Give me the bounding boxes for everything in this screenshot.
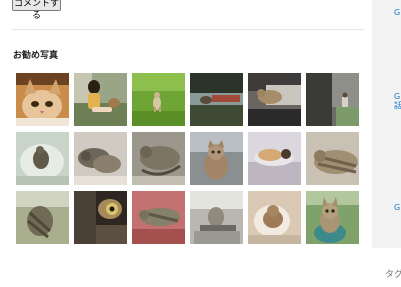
- comment-button[interactable]: コメントする: [12, 0, 61, 21]
- sidebar-link-2[interactable]: G: [394, 92, 400, 101]
- photo-thumbnail-4[interactable]: [190, 73, 243, 126]
- photo-grid: [16, 73, 362, 244]
- photo-thumbnail-5[interactable]: [248, 73, 301, 126]
- photo-thumbnail-8[interactable]: [74, 132, 127, 185]
- tags-heading: タグ: [385, 270, 401, 280]
- section-title: お勧め写真: [13, 51, 59, 61]
- sidebar-link-3[interactable]: 話: [394, 101, 401, 110]
- photo-thumbnail-12[interactable]: [306, 132, 359, 185]
- photo-thumbnail-17[interactable]: [248, 191, 301, 244]
- photo-thumbnail-9[interactable]: [132, 132, 185, 185]
- photo-thumbnail-7[interactable]: [16, 132, 69, 185]
- photo-thumbnail-2[interactable]: [74, 73, 127, 126]
- photo-thumbnail-6[interactable]: [306, 73, 359, 126]
- photo-thumbnail-14[interactable]: [74, 191, 127, 244]
- photo-thumbnail-16[interactable]: [190, 191, 243, 244]
- sidebar-link-4[interactable]: G: [394, 203, 400, 212]
- photo-thumbnail-11[interactable]: [248, 132, 301, 185]
- photo-thumbnail-13[interactable]: [16, 191, 69, 244]
- photo-thumbnail-18[interactable]: [306, 191, 359, 244]
- divider: [12, 29, 364, 30]
- photo-thumbnail-3[interactable]: [132, 73, 185, 126]
- photo-thumbnail-15[interactable]: [132, 191, 185, 244]
- photo-thumbnail-1[interactable]: [16, 73, 69, 126]
- sidebar-link-1[interactable]: Gi: [394, 8, 401, 17]
- photo-thumbnail-10[interactable]: [190, 132, 243, 185]
- main-content: コメントする お勧め写真: [0, 0, 372, 287]
